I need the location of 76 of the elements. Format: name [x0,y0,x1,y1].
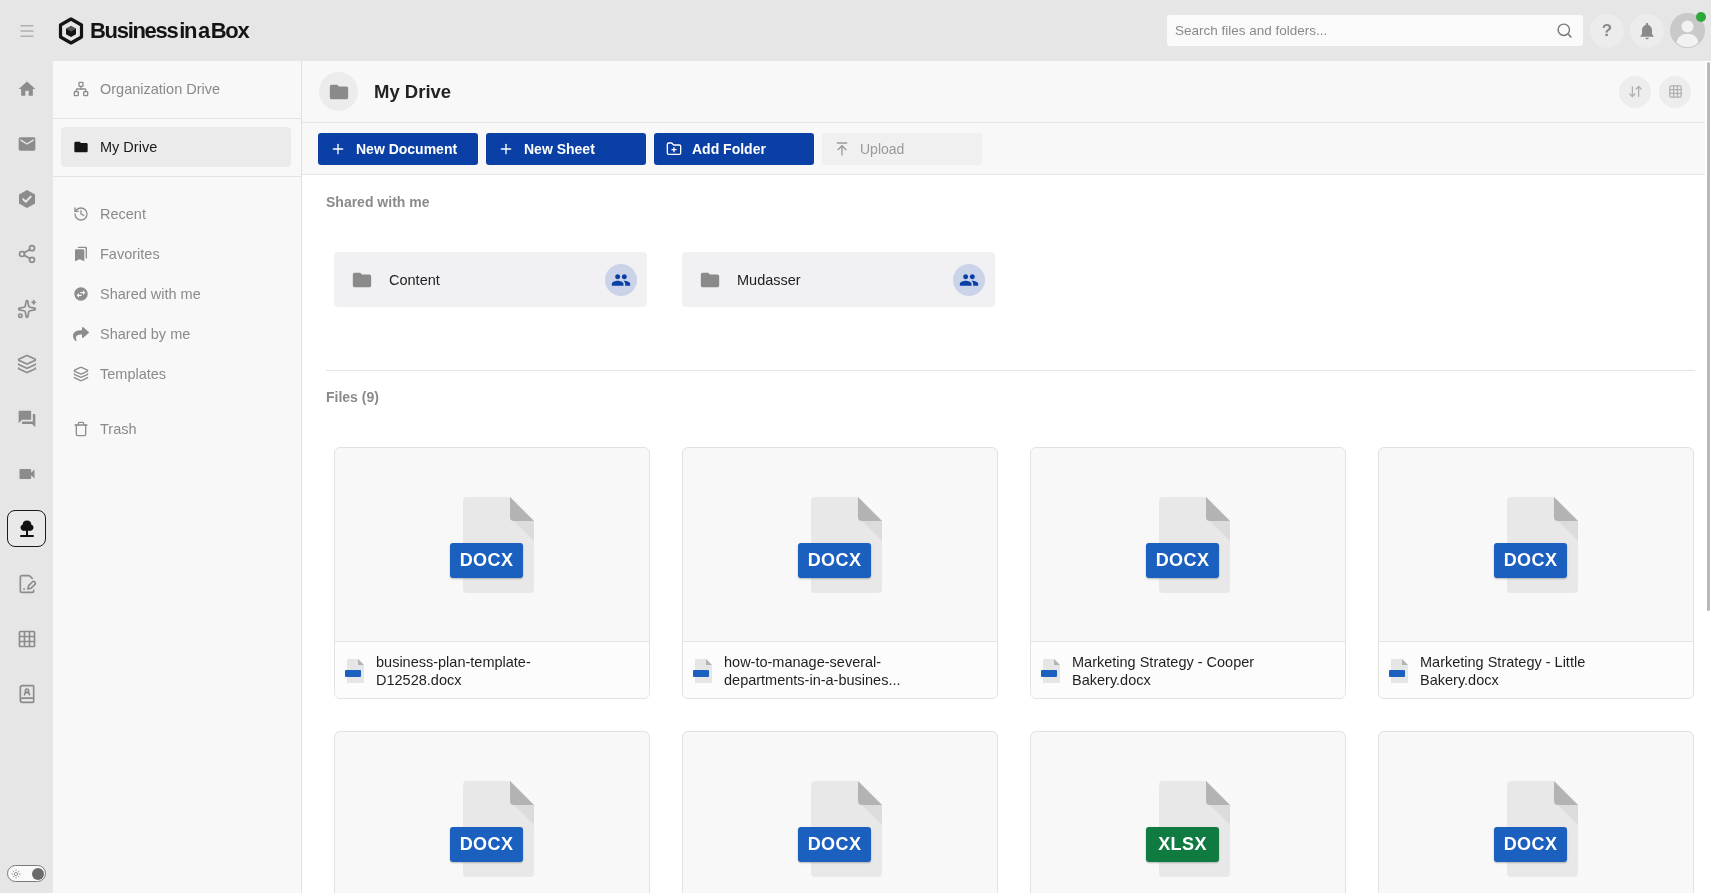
avatar [1670,13,1705,48]
folder-name: Mudasser [737,271,801,288]
document-icon [1389,658,1408,683]
file-card[interactable]: XLSX [1030,731,1346,893]
history-icon [73,206,89,222]
layers-icon [16,353,37,374]
document-icon [693,658,712,683]
file-card[interactable]: DOCX [1378,731,1694,893]
file-card[interactable]: DOCX business-plan-template-D12528.docx [334,447,650,699]
file-type-badge: DOCX [1494,542,1567,578]
upload-icon [834,140,850,157]
file-name: Marketing Strategy - Little Bakery.docx [1420,652,1587,689]
toolbar-button[interactable]: New Sheet [486,132,646,165]
people-icon [953,263,985,296]
file-card[interactable]: DOCX how-to-manage-several-departments-in-a-busines... [682,447,998,699]
sidebar-item[interactable]: Trash [61,409,291,449]
sidebar-item[interactable]: My Drive [61,127,291,167]
toggle-knob [32,867,44,880]
document-icon [1041,658,1060,683]
file-type-badge: DOCX [798,826,871,862]
search-field[interactable]: Search files and folders... [1167,15,1583,46]
sidebar-item[interactable]: Shared by me [61,314,291,354]
file-card[interactable]: DOCX Marketing Strategy - Cooper Bakery.docx [1030,447,1346,699]
file-name: Marketing Strategy - Cooper Bakery.docx [1072,652,1256,689]
toolbar-button[interactable]: New Document [318,132,478,165]
sun-icon [11,868,21,879]
section-heading: Files (9) [326,388,379,406]
search-icon [1556,22,1573,39]
bookmarks-icon [73,246,89,262]
file-name: how-to-manage-several-departments-in-a-busines... [724,652,902,689]
file-card[interactable]: DOCX [682,731,998,893]
toolbar-button[interactable]: Add Folder [654,132,814,165]
page-title: My Drive [374,80,452,103]
section-heading: Shared with me [326,193,430,211]
people-icon [605,263,637,296]
scrollbar[interactable] [1706,62,1710,611]
file-type-badge: DOCX [1494,826,1567,862]
file-type-badge: DOCX [798,542,871,578]
file-type-badge: DOCX [1146,542,1219,578]
sidebar-item[interactable]: Organization Drive [61,69,291,109]
file-name: business-plan-template-D12528.docx [376,652,532,689]
folder-icon [319,72,358,111]
file-type-badge: DOCX [450,542,523,578]
folder-plus-icon [666,140,682,157]
folder-icon [73,139,89,155]
hexagon-check-icon [16,188,37,209]
file-type-badge: XLSX [1146,826,1219,862]
notifications-button[interactable] [1630,13,1664,48]
layers-icon [73,366,89,382]
logo-text: Business in a Box [90,17,249,44]
grid-icon [1667,84,1683,99]
sidebar-item[interactable]: Recent [61,194,291,234]
file-type-badge: DOCX [450,826,523,862]
sidebar-item[interactable]: Favorites [61,234,291,274]
chat-bubbles-icon [16,408,37,429]
theme-toggle[interactable] [7,865,46,882]
share-arrow-icon [73,326,89,342]
sort-arrows-icon [1627,84,1643,99]
file-card[interactable]: DOCX Marketing Strategy - Little Bakery.docx [1378,447,1694,699]
bell-icon [1637,20,1657,41]
tree-button[interactable] [7,510,46,547]
file-card[interactable]: DOCX [334,731,650,893]
hierarchy-icon [73,81,89,97]
hexagon-logo-icon [58,16,84,45]
sidebar-item[interactable]: Templates [61,354,291,394]
sidebar-item[interactable]: Shared with me [61,274,291,314]
sparkles-icon [16,298,37,319]
nodes-icon [16,243,37,264]
folder-card[interactable]: Mudasser [682,252,995,307]
folder-name: Content [389,271,440,288]
trash-icon [73,421,89,437]
sort-button[interactable] [1619,75,1651,108]
folder-card[interactable]: Content [334,252,647,307]
grid-view-button[interactable] [1659,75,1691,108]
grid-icon [16,628,37,649]
document-icon [345,658,364,683]
